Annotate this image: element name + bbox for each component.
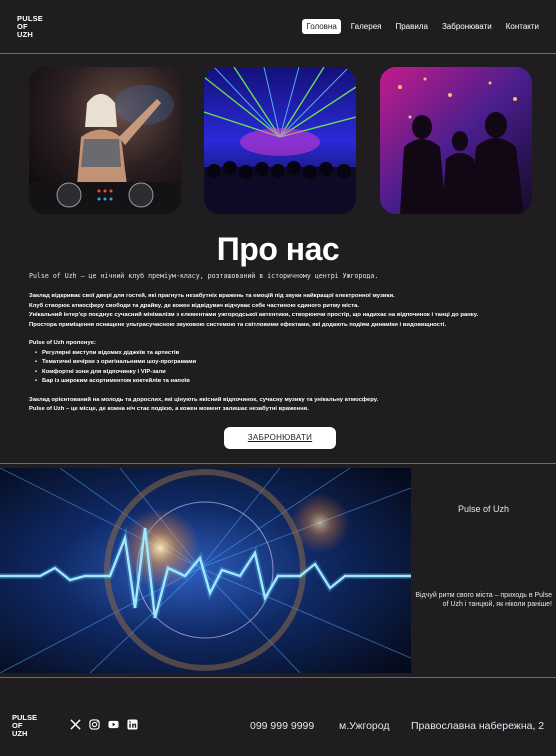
about-closing-line: Pulse of Uzh – це місце, де кожна ніч ст… <box>29 406 309 412</box>
nav-gallery[interactable]: Галерея <box>347 19 386 34</box>
instagram-icon[interactable] <box>89 719 100 730</box>
offers-list: Регулярні виступи відомих діджеїв та арт… <box>35 349 539 387</box>
about-paragraph-line: Заклад відкриває свої двері для гостей, … <box>29 293 395 299</box>
about-paragraph-line: Простора приміщення оснащене ультрасучас… <box>29 321 447 328</box>
offers-title: Pulse of Uzh пропонує: <box>29 340 96 346</box>
linkedin-icon[interactable] <box>127 719 138 730</box>
book-button[interactable]: ЗАБРОНЮВАТИ <box>224 427 336 449</box>
footer-phone[interactable]: 099 999 9999 <box>250 720 314 732</box>
site-header: PULSE OF UZH Головна Галерея Правила Заб… <box>0 0 556 54</box>
nav-contacts[interactable]: Контакти <box>502 19 543 34</box>
dancers-photo <box>380 67 532 214</box>
footer-address: Православна набережна, 2 <box>411 720 545 732</box>
footer-divider <box>0 677 556 678</box>
youtube-icon[interactable] <box>108 719 119 730</box>
social-links <box>70 719 138 730</box>
footer-logo[interactable]: PULSE OF UZH <box>12 714 37 738</box>
footer-city: м.Ужгород <box>339 720 390 732</box>
about-body: Заклад відкриває свої двері для гостей, … <box>29 292 539 415</box>
logo[interactable]: PULSE OF UZH <box>17 15 43 39</box>
offer-item: Бар із широким асортиментом коктейлів та… <box>35 377 539 387</box>
nav-booking[interactable]: Забронювати <box>438 19 496 34</box>
offer-item: Тематичні вечірки з оригінальними шоу-пр… <box>35 358 539 368</box>
section-divider <box>0 463 556 464</box>
offer-item: Регулярні виступи відомих діджеїв та арт… <box>35 349 539 359</box>
about-intro: Pulse of Uzh – це нічний клуб преміум-кл… <box>29 272 379 280</box>
about-title: Про нас <box>216 231 340 267</box>
offer-item: Комфортні зони для відпочинку і VIP-зали <box>35 368 539 378</box>
banner-title: Pulse of Uzh <box>457 504 510 514</box>
nav-home[interactable]: Головна <box>302 19 341 34</box>
logo-line: UZH <box>17 30 34 39</box>
about-paragraph-line: Клуб створює атмосферу свободи та драйву… <box>29 302 359 309</box>
banner-tagline: Відчуй ритм свого міста – приходь в Puls… <box>415 592 552 608</box>
about-paragraph-line: Унікальний інтер'єр поєднує сучасний мін… <box>29 312 479 318</box>
laser-crowd-photo <box>204 67 356 214</box>
x-icon[interactable] <box>70 719 81 730</box>
dj-woman-photo <box>29 67 181 214</box>
about-closing-line: Заклад орієнтований на молодь та доросли… <box>29 396 379 403</box>
logo-line: UZH <box>12 729 28 738</box>
nav-rules[interactable]: Правила <box>391 19 431 34</box>
main-nav: Головна Галерея Правила Забронювати Конт… <box>302 19 543 34</box>
heartbeat-pulse-banner <box>0 468 411 673</box>
